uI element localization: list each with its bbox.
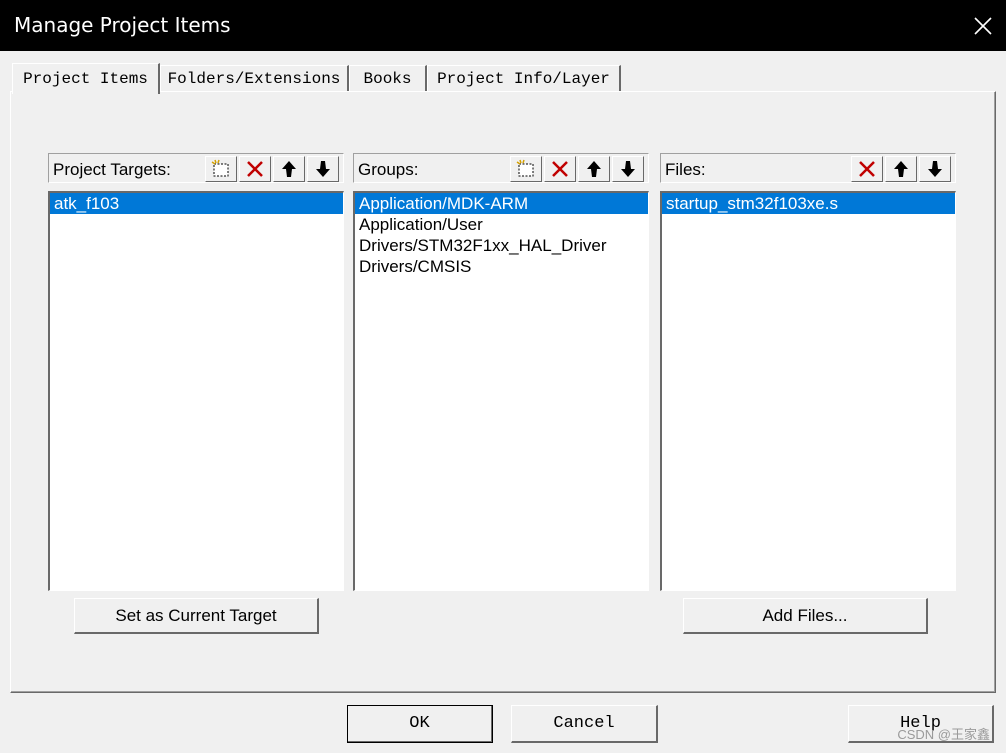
move-file-down-button[interactable]	[919, 156, 951, 182]
move-file-up-button[interactable]	[885, 156, 917, 182]
tab-books[interactable]: Books	[349, 65, 427, 91]
arrow-up-icon	[282, 161, 296, 177]
close-icon	[974, 16, 992, 35]
move-group-down-button[interactable]	[612, 156, 644, 182]
delete-file-button[interactable]	[851, 156, 883, 182]
groups-label: Groups:	[358, 160, 419, 179]
groups-header: Groups:	[353, 153, 649, 183]
tab-folders-extensions[interactable]: Folders/Extensions	[160, 65, 349, 91]
cancel-button[interactable]: Cancel	[511, 705, 658, 743]
list-item[interactable]: startup_stm32f103xe.s	[662, 193, 955, 214]
delete-target-button[interactable]	[239, 156, 271, 182]
close-button[interactable]	[960, 0, 1006, 51]
move-target-up-button[interactable]	[273, 156, 305, 182]
watermark: CSDN @王家鑫	[897, 727, 990, 742]
delete-icon	[859, 161, 875, 177]
new-item-icon	[211, 159, 229, 177]
button-label: Add Files...	[762, 605, 848, 625]
arrow-down-icon	[316, 161, 330, 177]
tab-project-info-layer[interactable]: Project Info/Layer	[427, 65, 621, 91]
files-list[interactable]: startup_stm32f103xe.s	[660, 191, 956, 591]
dialog-title: Manage Project Items	[14, 13, 231, 37]
new-item-icon	[516, 159, 534, 177]
files-header: Files:	[660, 153, 956, 183]
delete-icon	[247, 161, 263, 177]
delete-group-button[interactable]	[544, 156, 576, 182]
new-group-button[interactable]	[510, 156, 542, 182]
ok-button[interactable]: OK	[347, 705, 493, 743]
list-item[interactable]: Drivers/CMSIS	[355, 256, 648, 277]
list-item[interactable]: atk_f103	[50, 193, 343, 214]
set-as-current-target-button[interactable]: Set as Current Target	[74, 598, 319, 634]
files-label: Files:	[665, 160, 706, 179]
add-files-button[interactable]: Add Files...	[683, 598, 928, 634]
tab-project-items[interactable]: Project Items	[12, 63, 160, 94]
delete-icon	[552, 161, 568, 177]
arrow-down-icon	[928, 161, 942, 177]
list-item[interactable]: Application/MDK-ARM	[355, 193, 648, 214]
arrow-up-icon	[894, 161, 908, 177]
title-bar: Manage Project Items	[0, 0, 1006, 51]
dialog-client: Project Items Folders/Extensions Books P…	[0, 51, 1006, 753]
button-label: OK	[409, 714, 430, 733]
arrow-down-icon	[621, 161, 635, 177]
move-target-down-button[interactable]	[307, 156, 339, 182]
button-label: Cancel	[553, 714, 615, 733]
targets-list[interactable]: atk_f103	[48, 191, 344, 591]
list-item[interactable]: Application/User	[355, 214, 648, 235]
new-target-button[interactable]	[205, 156, 237, 182]
button-label: Set as Current Target	[115, 605, 277, 625]
tab-label: Books	[363, 69, 412, 88]
groups-list[interactable]: Application/MDK-ARM Application/User Dri…	[353, 191, 649, 591]
targets-label: Project Targets:	[53, 160, 171, 179]
arrow-up-icon	[587, 161, 601, 177]
tab-label: Project Items	[23, 70, 148, 88]
project-items-tab-panel: Project Targets: atk_f103 Set as Current…	[10, 91, 996, 693]
targets-header: Project Targets:	[48, 153, 344, 183]
list-item[interactable]: Drivers/STM32F1xx_HAL_Driver	[355, 235, 648, 256]
tab-label: Folders/Extensions	[167, 69, 341, 88]
tab-label: Project Info/Layer	[437, 69, 610, 88]
manage-project-items-dialog: Manage Project Items Project Items Folde…	[0, 0, 1006, 753]
move-group-up-button[interactable]	[578, 156, 610, 182]
